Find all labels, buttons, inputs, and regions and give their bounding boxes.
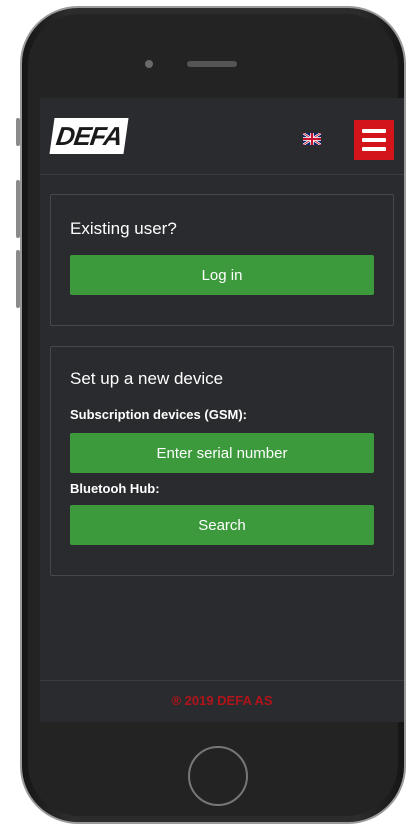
hamburger-menu-icon — [362, 129, 386, 133]
enter-serial-number-button[interactable]: Enter serial number — [70, 433, 374, 473]
home-button[interactable] — [188, 746, 248, 806]
app-footer: ® 2019 DEFA AS — [40, 680, 404, 722]
app-screen: DEFA Existing user? Log in Set up a new … — [40, 98, 404, 722]
earpiece-speaker — [187, 61, 237, 67]
new-device-title: Set up a new device — [70, 369, 224, 388]
bluetooth-hub-label: Bluetooh Hub: — [70, 481, 160, 496]
login-button[interactable]: Log in — [70, 255, 374, 295]
defa-logo[interactable]: DEFA — [49, 118, 129, 154]
copyright-text: ® 2019 DEFA AS — [171, 693, 273, 708]
gsm-label: Subscription devices (GSM): — [70, 407, 247, 422]
menu-button[interactable] — [354, 120, 394, 160]
mute-switch — [16, 118, 20, 146]
volume-down-button — [16, 250, 20, 308]
search-button[interactable]: Search — [70, 505, 374, 545]
uk-flag-icon[interactable] — [303, 133, 321, 145]
hamburger-menu-icon-bar — [362, 147, 386, 151]
logo-text: DEFA — [54, 120, 124, 151]
existing-user-title: Existing user? — [70, 219, 177, 238]
front-camera — [145, 60, 153, 68]
existing-user-card: Existing user? Log in — [50, 194, 394, 326]
new-device-card: Set up a new device Subscription devices… — [50, 346, 394, 576]
hamburger-menu-icon-bar — [362, 138, 386, 142]
volume-up-button — [16, 180, 20, 238]
app-header: DEFA — [40, 98, 404, 175]
